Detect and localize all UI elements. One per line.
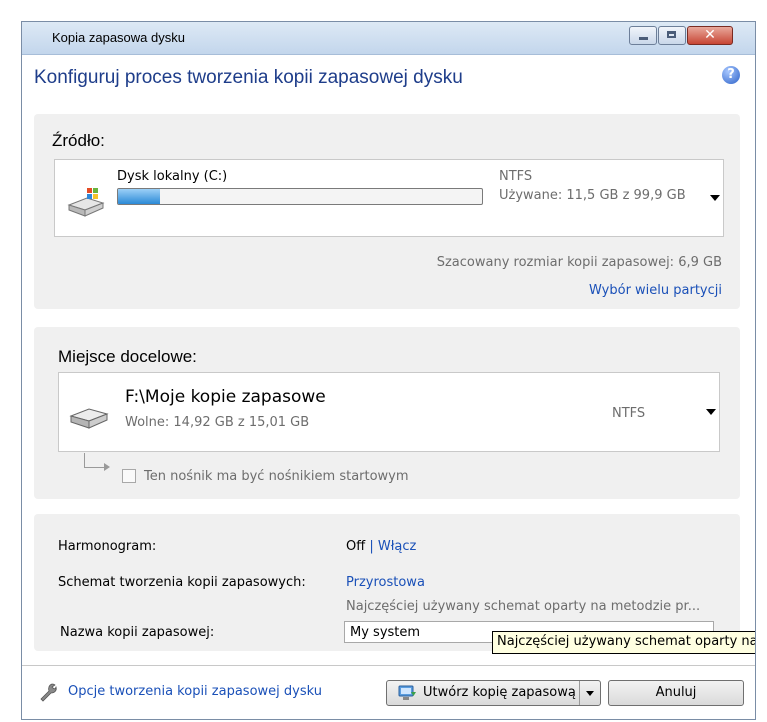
- destination-panel: Miejsce docelowe: F:\Moje kopie zapasowe…: [34, 327, 740, 499]
- source-disk-name: Dysk lokalny (C:): [117, 169, 228, 184]
- window-title: Kopia zapasowa dysku: [52, 30, 185, 45]
- destination-free: Wolne: 14,92 GB z 15,01 GB: [125, 415, 310, 430]
- source-panel: Źródło: Dysk lokalny (C:) NTFS Używane: …: [34, 114, 740, 309]
- tree-connector: [84, 453, 105, 468]
- title-bar[interactable]: Kopia zapasowa dysku ✕: [22, 22, 755, 55]
- scheme-description: Najczęściej używany schemat oparty na me…: [346, 599, 701, 614]
- chevron-down-icon: [710, 195, 720, 201]
- estimated-size: Szacowany rozmiar kopii zapasowej: 6,9 G…: [436, 255, 722, 270]
- source-label: Źródło:: [52, 131, 105, 150]
- destination-path: F:\Moje kopie zapasowe: [125, 387, 326, 407]
- backup-options-link[interactable]: Opcje tworzenia kopii zapasowej dysku: [68, 684, 322, 699]
- backup-name-label: Nazwa kopii zapasowej:: [60, 625, 215, 640]
- schedule-off: Off: [346, 539, 366, 554]
- scheme-label: Schemat tworzenia kopii zapasowych:: [58, 575, 306, 590]
- page-title: Konfiguruj proces tworzenia kopii zapaso…: [34, 67, 463, 88]
- destination-label: Miejsce docelowe:: [58, 347, 197, 366]
- schedule-value: Off | Włącz: [346, 539, 416, 554]
- wrench-icon: [40, 683, 57, 702]
- create-backup-label: Utwórz kopię zapasową: [423, 685, 576, 700]
- windows-drive-icon: [67, 188, 105, 217]
- backup-window: Kopia zapasowa dysku ✕ Konfiguruj proces…: [21, 21, 756, 720]
- schedule-label: Harmonogram:: [58, 539, 157, 554]
- close-button[interactable]: ✕: [687, 26, 733, 45]
- maximize-icon: [667, 31, 676, 38]
- disk-usage-bar: [117, 188, 483, 205]
- destination-filesystem: NTFS: [612, 406, 646, 421]
- arrow-right-icon: [104, 463, 110, 471]
- destination-dropdown[interactable]: F:\Moje kopie zapasowe Wolne: 14,92 GB z…: [58, 372, 720, 452]
- schedule-enable-link[interactable]: Włącz: [378, 539, 417, 554]
- multi-partition-link[interactable]: Wybór wielu partycji: [589, 283, 722, 298]
- minimize-button[interactable]: [629, 26, 657, 45]
- footer-divider: [22, 665, 755, 666]
- source-dropdown[interactable]: Dysk lokalny (C:) NTFS Używane: 11,5 GB …: [54, 159, 724, 237]
- scheme-link[interactable]: Przyrostowa: [346, 575, 425, 590]
- backup-icon: [398, 685, 416, 700]
- disk-usage-fill: [118, 189, 160, 204]
- bootable-checkbox[interactable]: [122, 469, 136, 483]
- source-filesystem: NTFS: [499, 169, 533, 184]
- drive-icon: [69, 408, 109, 429]
- scheme-tooltip: Najczęściej używany schemat oparty na: [492, 631, 755, 654]
- help-icon[interactable]: ?: [722, 66, 740, 84]
- cancel-button[interactable]: Anuluj: [608, 680, 744, 706]
- chevron-down-icon[interactable]: [586, 691, 594, 696]
- create-backup-button[interactable]: Utwórz kopię zapasową: [386, 680, 601, 706]
- close-icon: ✕: [704, 27, 716, 43]
- schedule-separator: |: [369, 539, 374, 554]
- minimize-icon: [639, 37, 648, 40]
- maximize-button[interactable]: [658, 26, 686, 45]
- chevron-down-icon: [706, 409, 716, 415]
- bootable-label: Ten nośnik ma być nośnikiem startowym: [144, 469, 409, 484]
- source-used: Używane: 11,5 GB z 99,9 GB: [499, 188, 686, 203]
- button-separator: [579, 681, 580, 705]
